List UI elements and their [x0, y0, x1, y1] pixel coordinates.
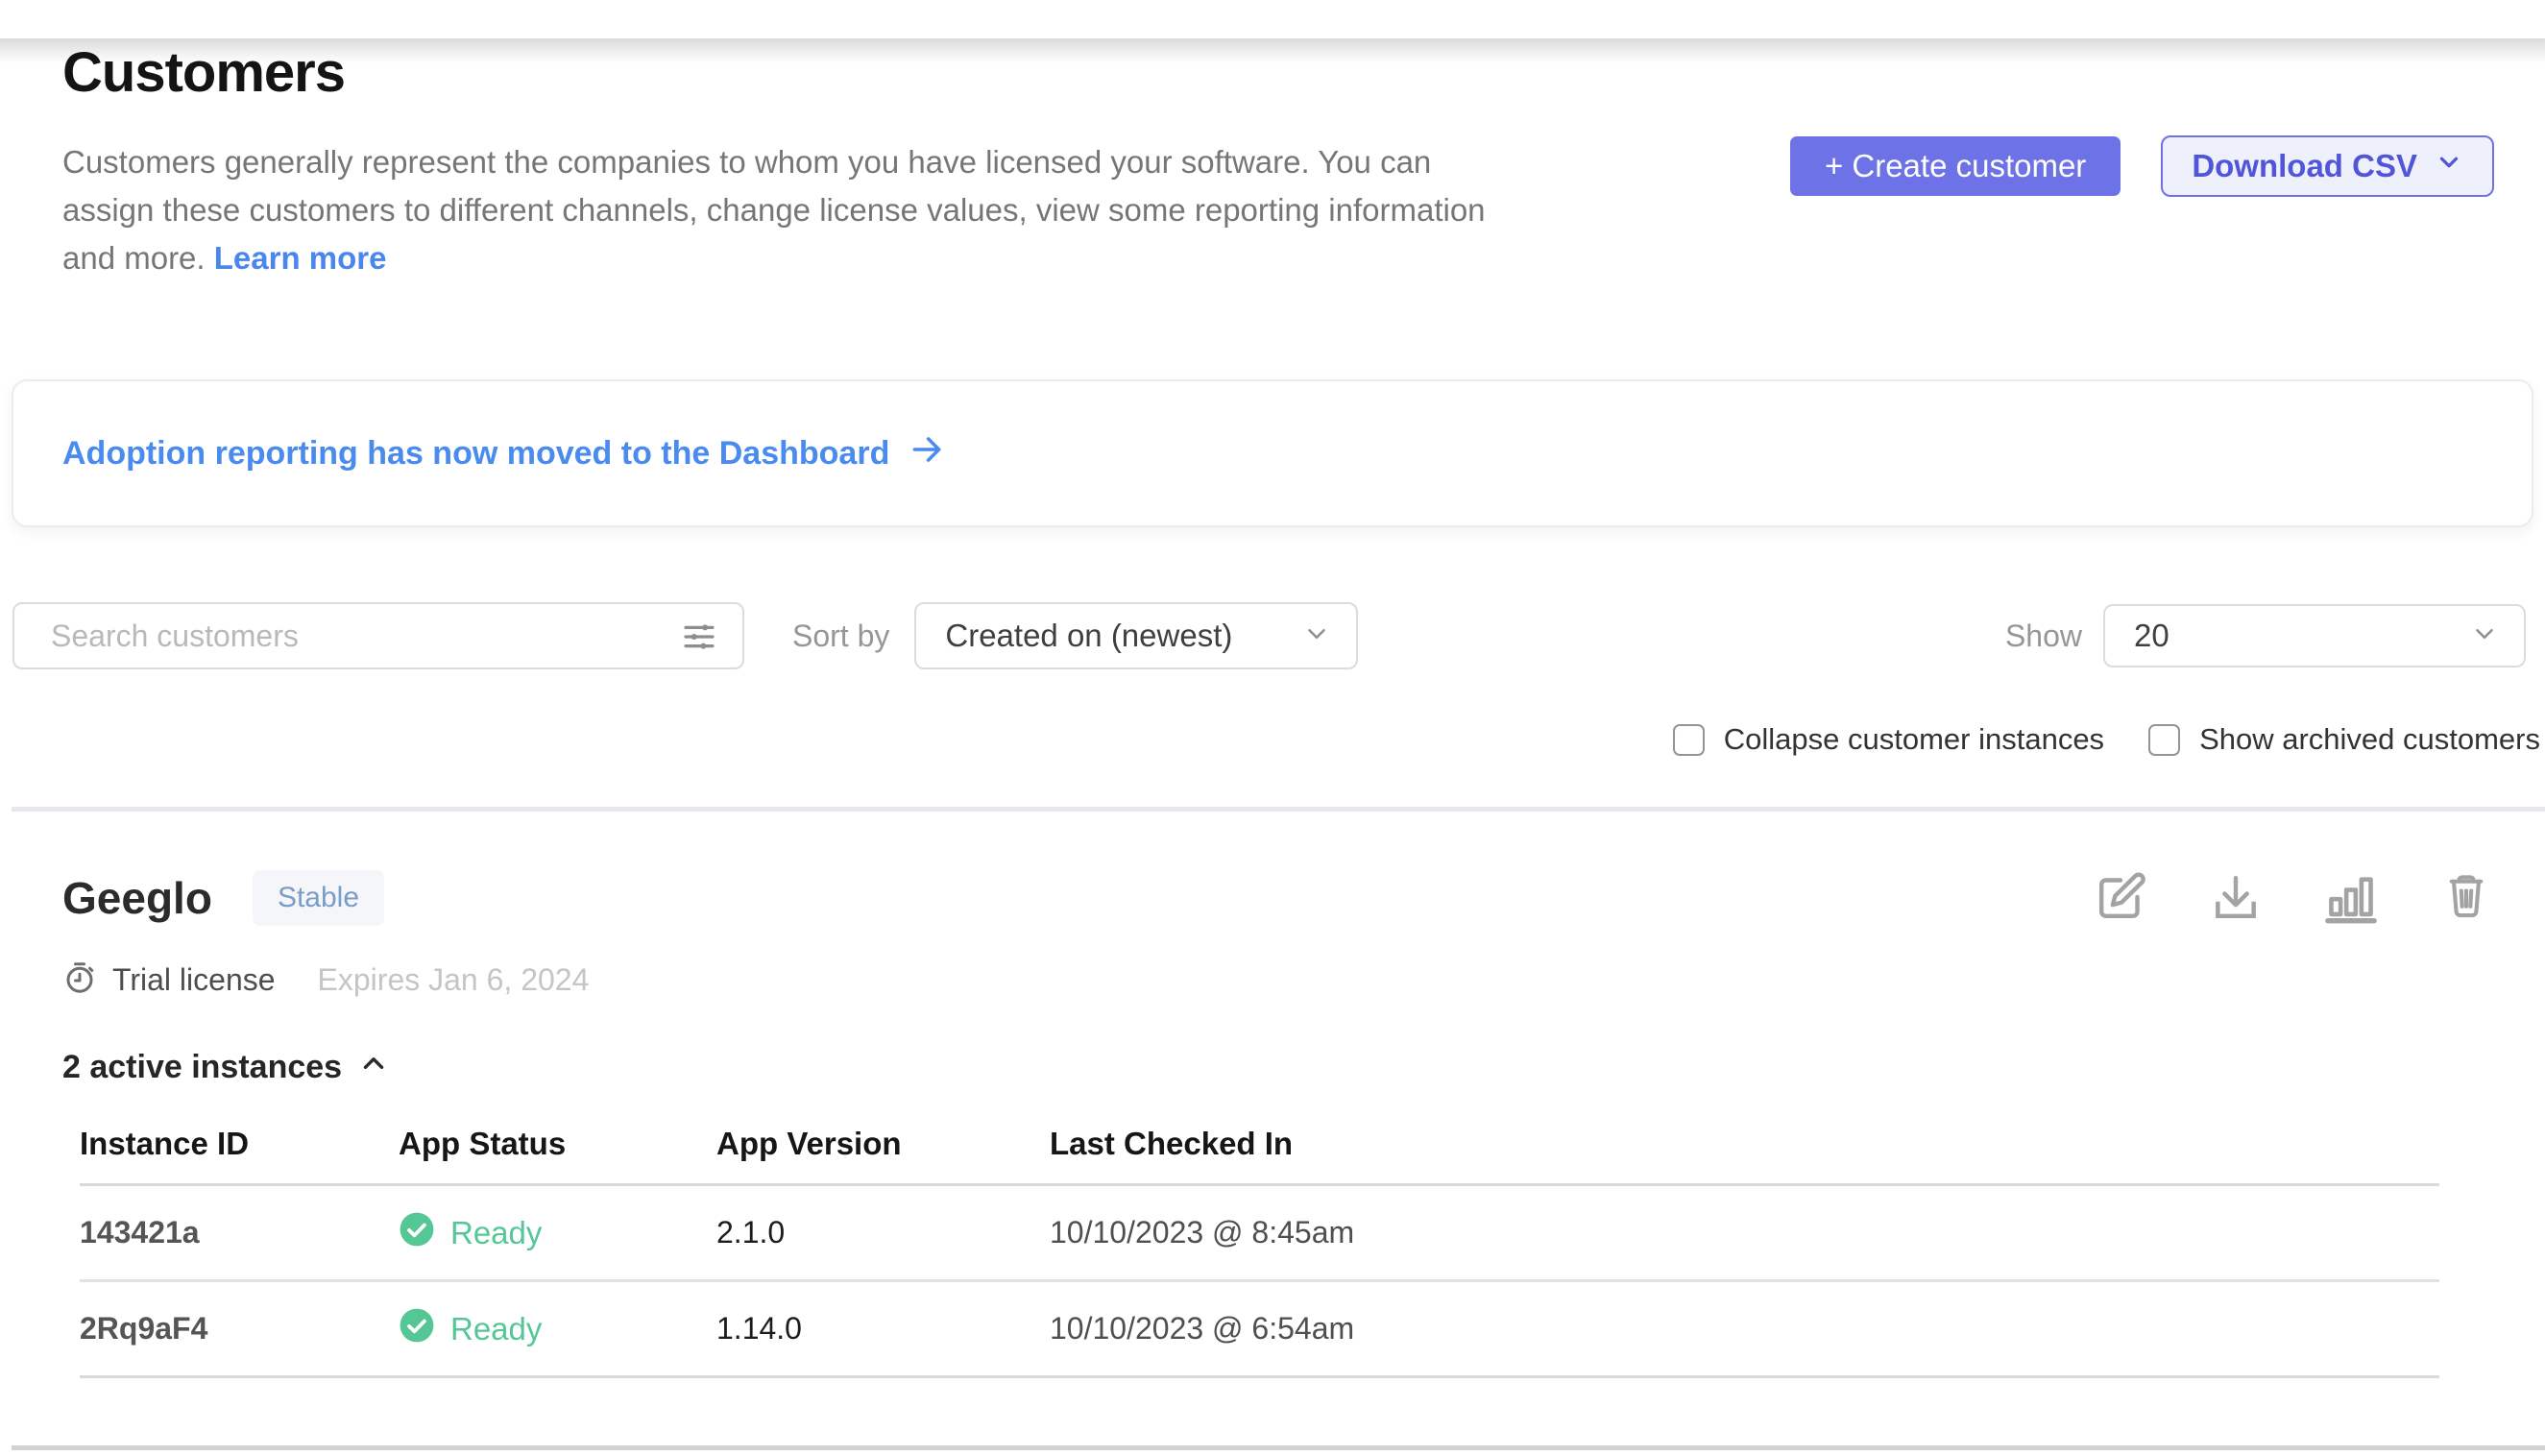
create-customer-button[interactable]: + Create customer: [1790, 136, 2121, 196]
instances-toggle-label: 2 active instances: [62, 1049, 342, 1086]
instance-id: 2Rq9aF4: [80, 1311, 399, 1347]
license-expires: Expires Jan 6, 2024: [318, 962, 590, 998]
download-customer-icon[interactable]: [2208, 870, 2264, 926]
reporting-chart-icon[interactable]: [2323, 870, 2379, 926]
col-header-app-version: App Version: [716, 1126, 1050, 1162]
search-wrap: [12, 602, 744, 669]
instances-toggle[interactable]: 2 active instances: [62, 1047, 2494, 1087]
show-select-value: 20: [2134, 618, 2169, 654]
download-csv-label: Download CSV: [2192, 148, 2417, 184]
edit-customer-icon[interactable]: [2093, 870, 2148, 926]
sort-by-label: Sort by: [792, 619, 889, 654]
chevron-down-icon: [1302, 619, 1331, 653]
instances-table-header: Instance ID App Status App Version Last …: [80, 1126, 2439, 1186]
chevron-down-icon: [2470, 619, 2499, 653]
page-description: Customers generally represent the compan…: [62, 138, 1733, 282]
header-actions: + Create customer Download CSV: [1790, 135, 2494, 197]
adoption-banner-text: Adoption reporting has now moved to the …: [62, 435, 889, 473]
show-archived-label: Show archived customers: [2199, 722, 2540, 757]
app-version: 1.14.0: [716, 1311, 1050, 1347]
customer-toolbar: Sort by Created on (newest) Show 20: [12, 602, 2526, 669]
last-checked-in: 10/10/2023 @ 8:45am: [1050, 1215, 2439, 1250]
channel-badge: Stable: [253, 870, 384, 926]
app-status-label: Ready: [450, 1215, 542, 1251]
col-header-instance-id: Instance ID: [80, 1126, 399, 1162]
search-input[interactable]: [12, 602, 744, 669]
col-header-app-status: App Status: [399, 1126, 716, 1162]
instance-id: 143421a: [80, 1215, 399, 1250]
description-line: and more. Learn more: [62, 234, 1733, 282]
arrow-right-icon: [909, 431, 945, 476]
show-archived-checkbox[interactable]: [2148, 724, 2180, 756]
chevron-up-icon: [357, 1047, 390, 1088]
app-status: Ready: [399, 1211, 716, 1255]
collapse-instances-checkbox-group[interactable]: Collapse customer instances: [1673, 722, 2104, 757]
show-select[interactable]: 20: [2103, 604, 2526, 667]
customers-page: Customers Customers generally represent …: [0, 38, 2545, 1456]
section-divider: [12, 807, 2545, 812]
last-checked-in: 10/10/2023 @ 6:54am: [1050, 1311, 2439, 1347]
table-row: 2Rq9aF4 Ready 1.14.0 10/10/2023 @ 6:54am: [80, 1282, 2439, 1378]
learn-more-link[interactable]: Learn more: [214, 240, 387, 276]
collapse-instances-label: Collapse customer instances: [1724, 722, 2104, 757]
show-archived-checkbox-group[interactable]: Show archived customers: [2148, 722, 2540, 757]
sort-select-value: Created on (newest): [945, 618, 1232, 654]
delete-customer-icon[interactable]: [2438, 870, 2494, 926]
app-version: 2.1.0: [716, 1215, 1050, 1250]
license-row: Trial license Expires Jan 6, 2024: [62, 960, 2494, 999]
description-line-text: and more.: [62, 240, 206, 276]
collapse-instances-checkbox[interactable]: [1673, 724, 1705, 756]
description-line: assign these customers to different chan…: [62, 186, 1733, 234]
table-row: 143421a Ready 2.1.0 10/10/2023 @ 8:45am: [80, 1186, 2439, 1282]
stopwatch-icon: [62, 960, 97, 1000]
description-line: Customers generally represent the compan…: [62, 138, 1733, 186]
customer-name[interactable]: Geeglo: [62, 872, 212, 924]
app-status-label: Ready: [450, 1311, 542, 1347]
col-header-last-checked-in: Last Checked In: [1050, 1126, 2439, 1162]
download-csv-button[interactable]: Download CSV: [2161, 135, 2494, 197]
instances-table: Instance ID App Status App Version Last …: [80, 1126, 2439, 1378]
page-title: Customers: [62, 38, 2494, 108]
license-type: Trial license: [112, 962, 276, 998]
adoption-banner: Adoption reporting has now moved to the …: [12, 379, 2533, 527]
adoption-banner-link[interactable]: Adoption reporting has now moved to the …: [62, 431, 945, 476]
show-label: Show: [2005, 619, 2082, 654]
check-circle-icon: [399, 1211, 435, 1255]
page-header: Customers Customers generally represent …: [62, 38, 2494, 282]
app-status: Ready: [399, 1307, 716, 1351]
bottom-divider: [12, 1445, 2545, 1450]
checkbox-row: Collapse customer instances Show archive…: [0, 723, 2540, 756]
chevron-down-icon: [2435, 148, 2463, 184]
customer-card-head: Geeglo Stable: [62, 864, 2494, 932]
sort-select[interactable]: Created on (newest): [914, 602, 1358, 669]
filter-icon[interactable]: [679, 617, 719, 657]
customer-actions: [2093, 870, 2494, 926]
customer-card: Geeglo Stable Tria: [62, 864, 2494, 1378]
check-circle-icon: [399, 1307, 435, 1351]
